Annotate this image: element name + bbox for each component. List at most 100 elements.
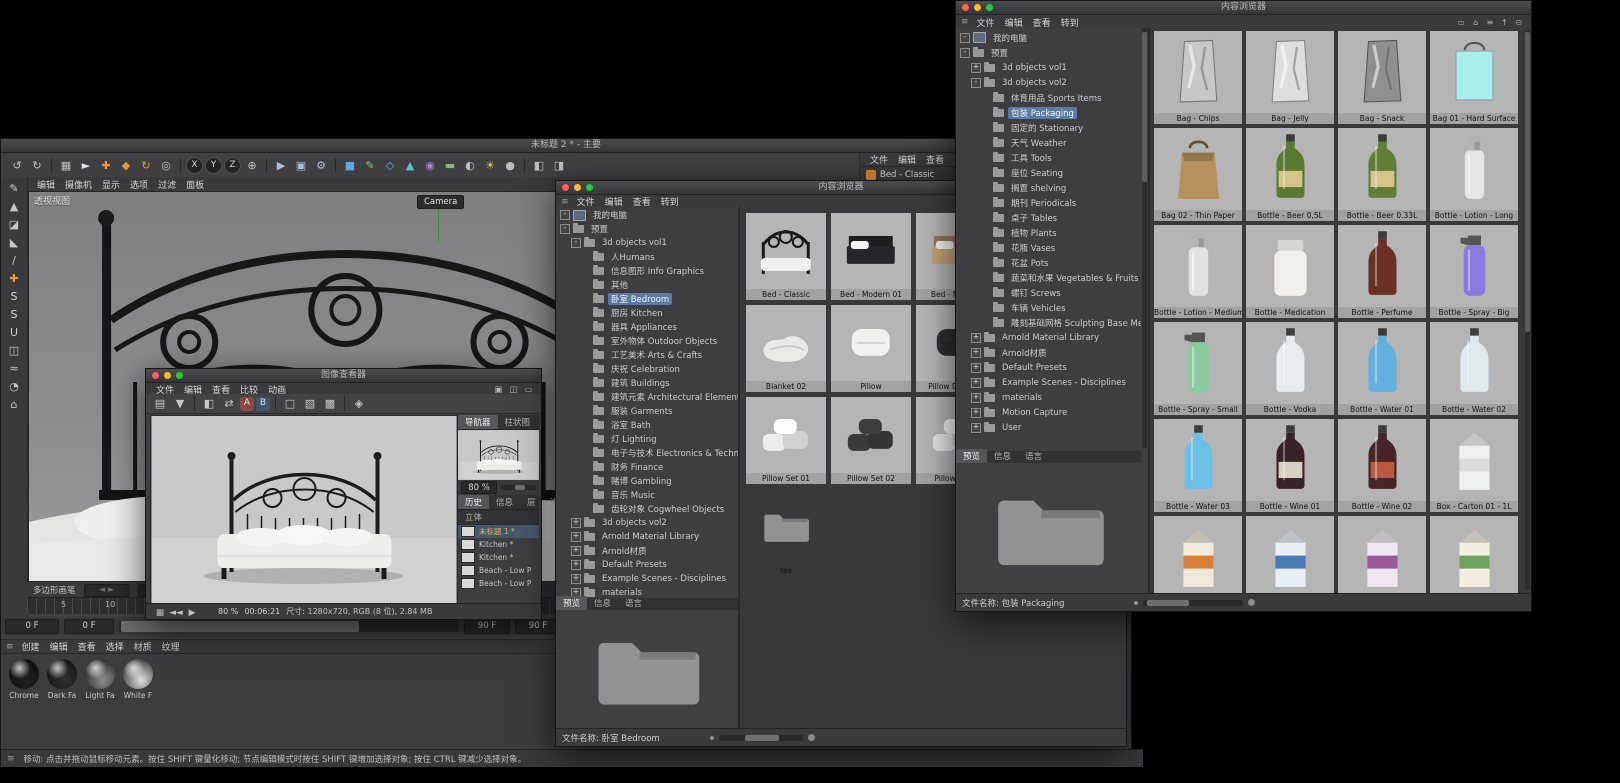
tree-scrollbar[interactable]	[1142, 30, 1147, 448]
thumbnail-bag-02-thin-paper[interactable]: Bag 02 - Thin Paper	[1154, 128, 1242, 221]
tree-item[interactable]: 灯 Lighting	[556, 432, 738, 446]
filter-icon[interactable]: ▧	[301, 395, 319, 413]
menu-item[interactable]: 编辑	[32, 178, 60, 191]
history-item[interactable]: Kitchen *	[458, 538, 539, 551]
material-swatch[interactable]: Dark Fa	[45, 659, 79, 700]
thumbnail-bottle-water-03[interactable]: Bottle - Water 03	[1154, 419, 1242, 512]
modeling-icon[interactable]: ▲	[401, 156, 419, 174]
light-icon[interactable]: ☀	[481, 156, 499, 174]
thumbnail-item[interactable]	[1154, 516, 1242, 594]
menu-item[interactable]: 纹理	[157, 640, 185, 653]
picture-viewer-titlebar[interactable]: 图像查看器	[146, 369, 541, 383]
disclosure-icon[interactable]: -	[971, 77, 981, 88]
disclosure-icon[interactable]: -	[960, 32, 970, 43]
tree-item[interactable]: - 预置	[956, 45, 1141, 60]
menu-item[interactable]: 文件	[865, 153, 893, 166]
tree-item[interactable]: + materials	[956, 390, 1141, 405]
mirror-tool-icon[interactable]: ◫	[5, 341, 23, 359]
open-file-icon[interactable]: ▤	[151, 395, 169, 413]
smooth-tool-icon[interactable]: S	[5, 287, 23, 305]
menu-item[interactable]: 编辑	[45, 640, 73, 653]
thumbnail-bottle-lotion-long[interactable]: Bottle - Lotion - Long	[1430, 128, 1518, 221]
panel-layout-icon[interactable]: ▭	[1455, 16, 1468, 29]
menu-item[interactable]: 显示	[97, 178, 125, 191]
coord-system-icon[interactable]: ⊕	[243, 156, 261, 174]
tree-item[interactable]: 服装 Garments	[556, 404, 738, 418]
zoom-button[interactable]	[176, 372, 183, 379]
panel-menu-icon[interactable]: ≡	[961, 17, 969, 27]
snap-icon[interactable]: ◧	[530, 156, 548, 174]
menu-item[interactable]: 编辑	[1000, 16, 1028, 29]
thumbnail-bottle-spray-small[interactable]: Bottle - Spray - Small	[1154, 322, 1242, 415]
tab-histogram[interactable]: 柱状图	[498, 415, 538, 429]
axis-z-icon[interactable]: Z	[224, 156, 241, 174]
rotate-tool-icon[interactable]: ↻	[137, 156, 155, 174]
list-view-icon[interactable]: ≡	[1484, 16, 1497, 29]
disclosure-icon[interactable]: +	[571, 574, 581, 584]
tree-item[interactable]: + Arnold材质	[556, 544, 738, 558]
tab-info[interactable]: 信息	[587, 596, 618, 610]
thumbnail-bottle-beer-0-33l[interactable]: Bottle - Beer 0.33L	[1338, 128, 1426, 221]
tree-item[interactable]: 包装 Packaging	[956, 105, 1141, 120]
menu-item[interactable]: 摄像机	[60, 178, 97, 191]
step-back-icon[interactable]: ◄◄	[169, 604, 183, 618]
disclosure-icon[interactable]: +	[971, 407, 981, 418]
history-item[interactable]: Beach - Low P	[458, 564, 539, 577]
thumbnail-bed-classic[interactable]: Bed - Classic	[746, 213, 826, 300]
tree-item[interactable]: 蔬菜和水果 Vegetables & Fruits	[956, 270, 1141, 285]
last-tool-icon[interactable]: ◎	[157, 156, 175, 174]
thumbnail-bed-modern-01[interactable]: Bed - Modern 01	[831, 213, 911, 300]
timeline-scrollbar[interactable]	[119, 620, 459, 632]
move-tool-icon[interactable]: ✚	[97, 156, 115, 174]
disclosure-icon[interactable]: +	[971, 62, 981, 73]
camera-icon[interactable]: ◐	[461, 156, 479, 174]
swap-ab-icon[interactable]: ⇄	[220, 395, 238, 413]
tree-item[interactable]: 建筑 Buildings	[556, 376, 738, 390]
thumbnail-pillow-set-01[interactable]: Pillow Set 01	[746, 397, 826, 484]
range-end-field[interactable]: 90 F	[464, 618, 510, 634]
search-icon[interactable]: ⊙	[1512, 16, 1525, 29]
thumbnail-tex[interactable]: tex	[746, 489, 826, 576]
tree-item[interactable]: 搁置 shelving	[956, 180, 1141, 195]
tree-item[interactable]: - 3d objects vol2	[956, 75, 1141, 90]
disclosure-icon[interactable]: +	[571, 546, 581, 556]
tree-item[interactable]: 花盆 Pots	[956, 255, 1141, 270]
single-view-icon[interactable]: □	[281, 395, 299, 413]
content-browser-2-titlebar[interactable]: 内容浏览器	[956, 1, 1531, 15]
tree-item[interactable]: 固定的 Stationary	[956, 120, 1141, 135]
tree-item[interactable]: 天气 Weather	[956, 135, 1141, 150]
tree-item[interactable]: 其他	[556, 278, 738, 292]
tree-item[interactable]: 齿轮对象 Cogwheel Objects	[556, 502, 738, 516]
history-item[interactable]: 未标题 1 *	[458, 525, 539, 538]
minimize-button[interactable]	[574, 184, 581, 191]
grid-scrollbar[interactable]	[1525, 30, 1530, 590]
bevel-tool-icon[interactable]: ◪	[5, 215, 23, 233]
home-icon[interactable]: ⌂	[1469, 16, 1482, 29]
tree-item[interactable]: - 我的电脑	[556, 208, 738, 222]
menu-item[interactable]: 过滤	[153, 178, 181, 191]
thumbnail-bottle-water-02[interactable]: Bottle - Water 02	[1430, 322, 1518, 415]
tab-preview[interactable]: 预览	[556, 596, 588, 610]
disclosure-icon[interactable]: -	[560, 224, 570, 234]
disclosure-icon[interactable]: +	[971, 332, 981, 343]
bottom-zoom-value[interactable]: 80 %	[218, 607, 238, 616]
render-picture-viewer-icon[interactable]: ▣	[292, 156, 310, 174]
spline-pen-icon[interactable]: ✎	[361, 156, 379, 174]
tree-item[interactable]: + Arnold Material Library	[556, 530, 738, 544]
zoom-field[interactable]: 80 %	[461, 481, 497, 494]
tree-item[interactable]: - 我的电脑	[956, 30, 1141, 45]
tab-language[interactable]: 语言	[618, 596, 649, 610]
tree-item[interactable]: + Arnold Material Library	[956, 330, 1141, 345]
tree-item[interactable]: 卧室 Bedroom	[556, 292, 738, 306]
tree-item[interactable]: - 预置	[556, 222, 738, 236]
thumbnail-bag-chips[interactable]: Bag - Chips	[1154, 31, 1242, 124]
primitive-cube-icon[interactable]: ■	[341, 156, 359, 174]
tree-item[interactable]: 信息图形 Info Graphics	[556, 264, 738, 278]
menu-item[interactable]: 转到	[1056, 16, 1084, 29]
disclosure-icon[interactable]: +	[971, 377, 981, 388]
axis-tool-icon[interactable]: ⌂	[5, 395, 23, 413]
thumbnail-bottle-lotion-medium[interactable]: Bottle - Lotion - Medium	[1154, 225, 1242, 318]
set-b-icon[interactable]: B	[256, 396, 270, 411]
thumbnail-blanket-02[interactable]: Blanket 02	[746, 305, 826, 392]
zoom-button[interactable]	[586, 184, 593, 191]
